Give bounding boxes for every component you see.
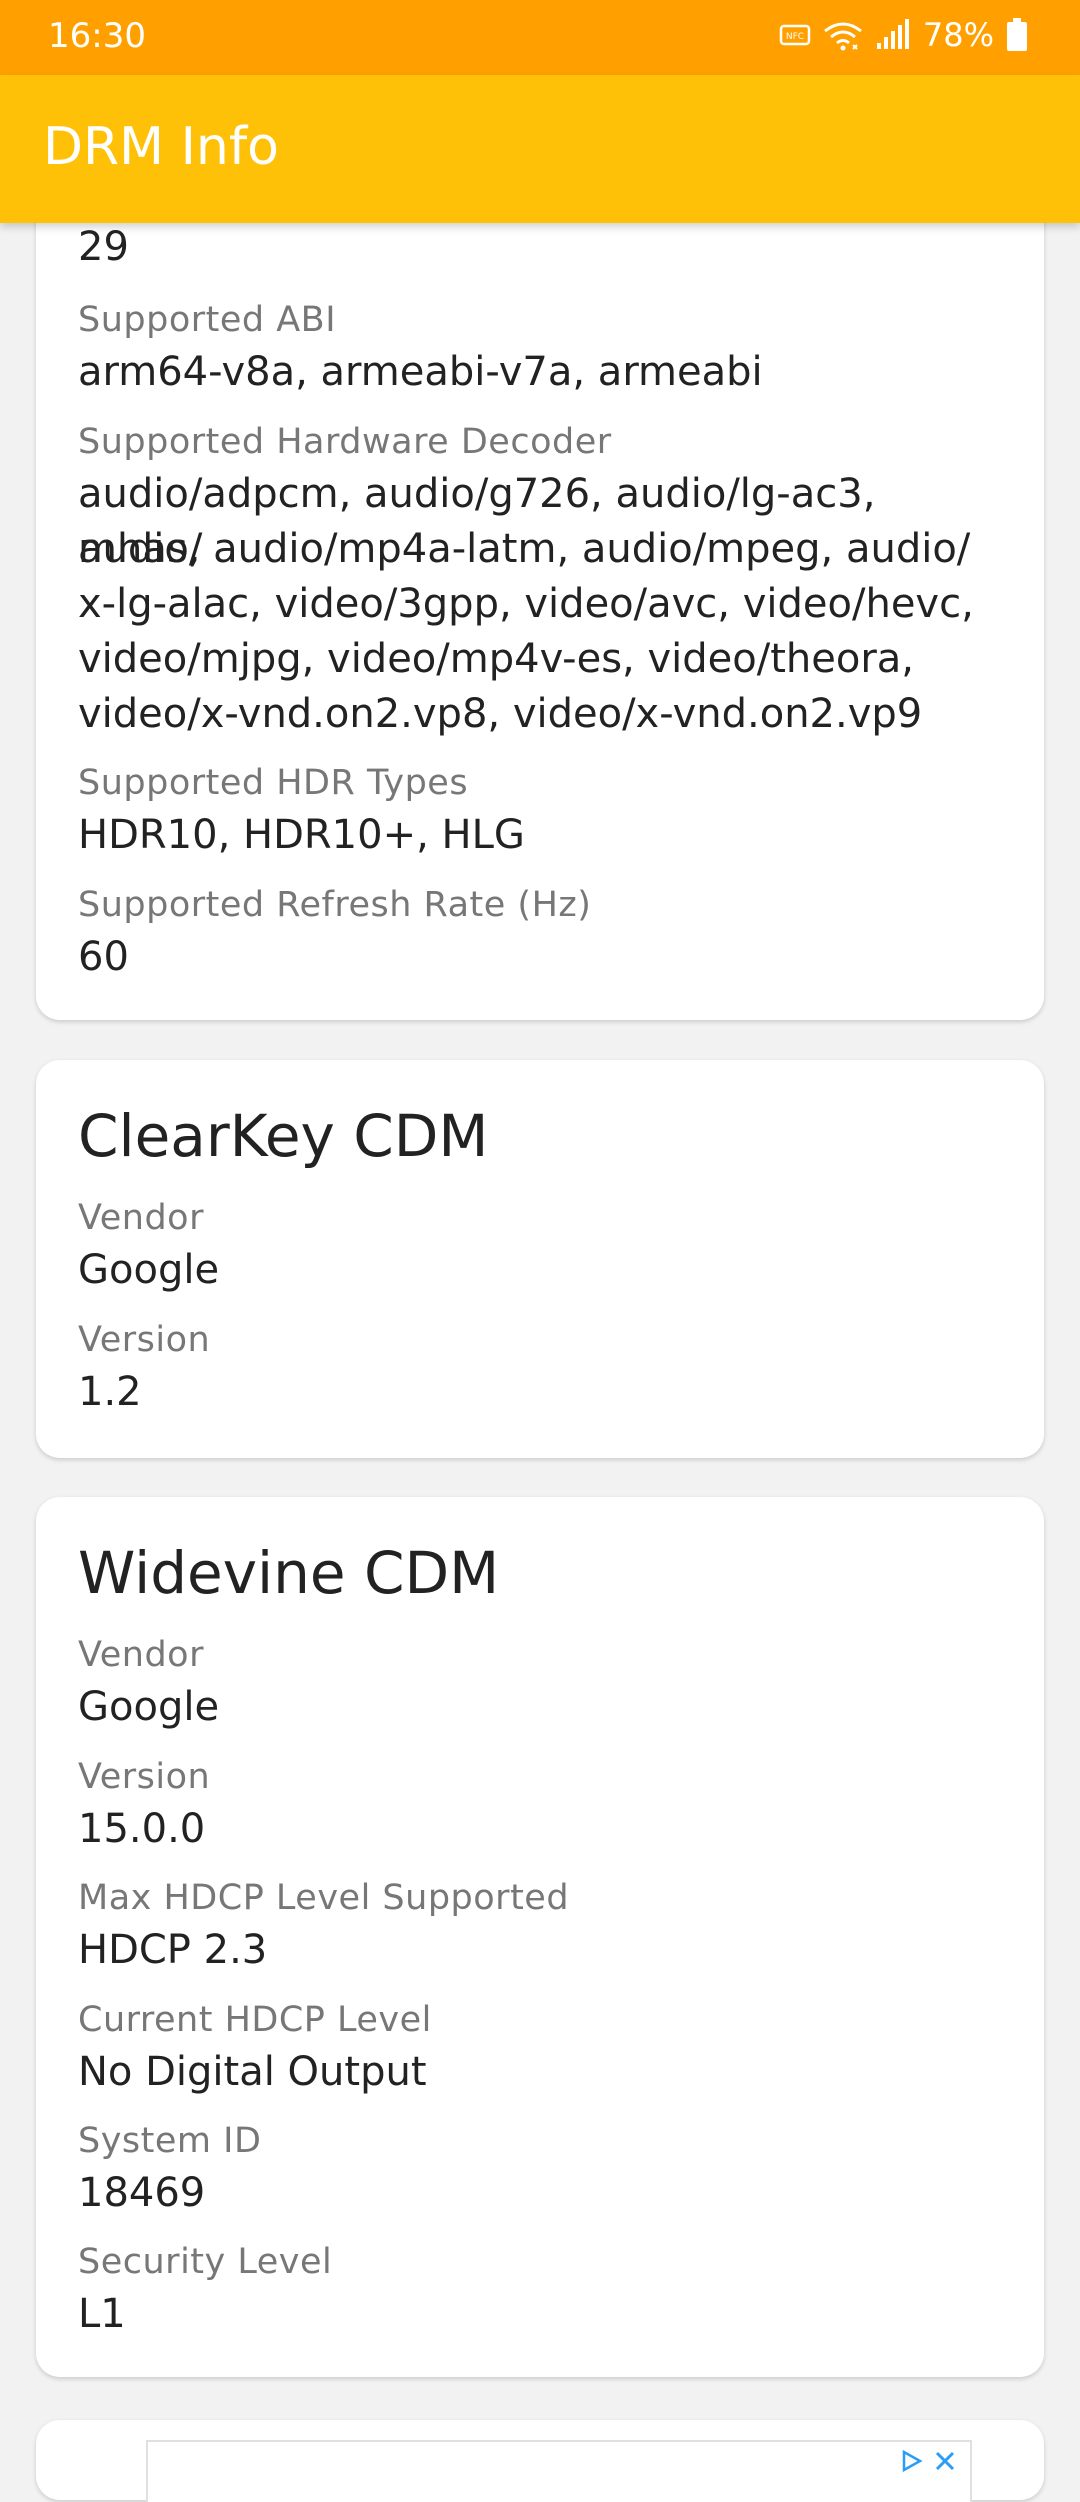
field-value-refresh-rate: 60 [78,934,129,980]
field-value-clearkey-vendor: Google [78,1247,220,1293]
field-value-system-id: 18469 [78,2170,206,2216]
field-value-hardware-decoder-line-3: x-lg-alac, video/3gpp, video/avc, video/… [78,581,974,627]
field-value-supported-abi: arm64-v8a, armeabi-v7a, armeabi [78,349,763,395]
field-value-max-hdcp: HDCP 2.3 [78,1927,268,1973]
field-label-hardware-decoder: Supported Hardware Decoder [78,422,612,462]
status-time: 16:30 [48,16,146,56]
app-bar: DRM Info [0,75,1080,223]
field-label-security-level: Security Level [78,2242,333,2282]
clearkey-cdm-card: ClearKey CDM Vendor Google Version 1.2 [36,1060,1044,1458]
field-label-clearkey-vendor: Vendor [78,1198,204,1238]
card-title-clearkey: ClearKey CDM [78,1102,489,1170]
field-label-clearkey-version: Version [78,1320,211,1360]
signal-icon [875,19,911,51]
close-icon[interactable] [934,2450,956,2476]
wifi-icon [823,19,863,51]
field-value-security-level: L1 [78,2291,126,2337]
field-label-system-id: System ID [78,2121,262,2161]
field-value-widevine-vendor: Google [78,1684,220,1730]
field-value-hardware-decoder-line-4: video/mjpg, video/mp4v-es, video/theora, [78,636,914,682]
field-label-current-hdcp: Current HDCP Level [78,2000,432,2040]
ad-icons [900,2449,956,2476]
card-title-widevine: Widevine CDM [78,1539,500,1607]
field-label-refresh-rate: Supported Refresh Rate (Hz) [78,885,592,925]
battery-icon [1006,18,1028,52]
widevine-cdm-card: Widevine CDM Vendor Google Version 15.0.… [36,1497,1044,2377]
field-value-clearkey-version: 1.2 [78,1369,142,1415]
status-bar: 16:30 NFC 78% [0,0,1080,75]
field-value-hardware-decoder-line-2: mhas, audio/mp4a-latm, audio/mpeg, audio… [78,526,971,572]
field-label-widevine-version: Version [78,1757,211,1797]
ad-choices-icon[interactable] [900,2449,926,2476]
field-label-widevine-vendor: Vendor [78,1635,204,1675]
field-value-hdr-types: HDR10, HDR10+, HLG [78,812,525,858]
field-label-supported-abi: Supported ABI [78,300,337,340]
field-label-hdr-types: Supported HDR Types [78,763,469,803]
device-info-card: 29 Supported ABI arm64-v8a, armeabi-v7a,… [36,150,1044,1020]
field-value-current-hdcp: No Digital Output [78,2049,427,2095]
field-value-hardware-decoder-line-5: video/x-vnd.on2.vp8, video/x-vnd.on2.vp9 [78,691,923,737]
svg-text:NFC: NFC [786,32,804,42]
ad-banner[interactable] [146,2440,972,2502]
status-icons: NFC 78% [779,16,1028,54]
nfc-icon: NFC [779,23,811,47]
partial-value: 29 [78,224,129,270]
ad-card [36,2420,1044,2502]
battery-percent: 78% [922,16,994,54]
app-title: DRM Info [43,117,279,177]
field-value-widevine-version: 15.0.0 [78,1806,206,1852]
field-label-max-hdcp: Max HDCP Level Supported [78,1878,570,1918]
